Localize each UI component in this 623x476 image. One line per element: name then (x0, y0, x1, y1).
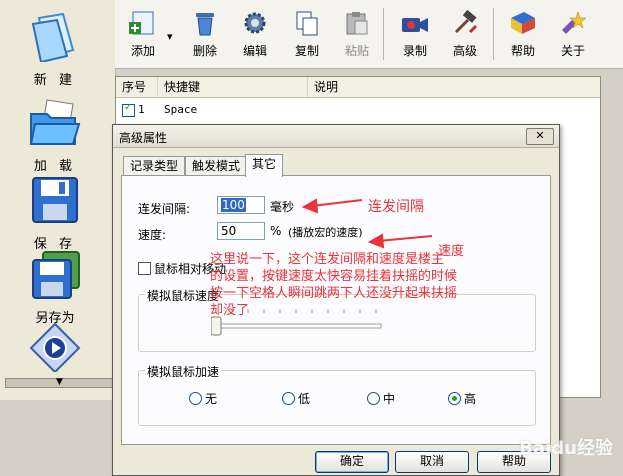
annotation-arrows (301, 198, 433, 249)
arrow-head-interval (301, 198, 319, 214)
annotation-note-line: 却没了 (210, 303, 250, 318)
annotation-note-line: 按一下空格人瞬间跳两下人还没升起来扶摇 (210, 286, 458, 301)
annotation-interval: 连发间隔 (368, 199, 424, 215)
baidu-watermark: Baidu经验 (519, 438, 613, 459)
annotation-note: 这里说一下，这个连发间隔和速度是楼主 的设置，按键速度太快容易挂着扶摇的时候 按… (210, 251, 457, 319)
tab-other[interactable]: 其它 (245, 154, 284, 177)
annotation-note-line: 的设置，按键速度太快容易挂着扶摇的时候 (210, 269, 458, 284)
annotation-note-line: 这里说一下，这个连发间隔和速度是楼主 (210, 252, 445, 267)
arrow-head-speed (367, 233, 385, 249)
